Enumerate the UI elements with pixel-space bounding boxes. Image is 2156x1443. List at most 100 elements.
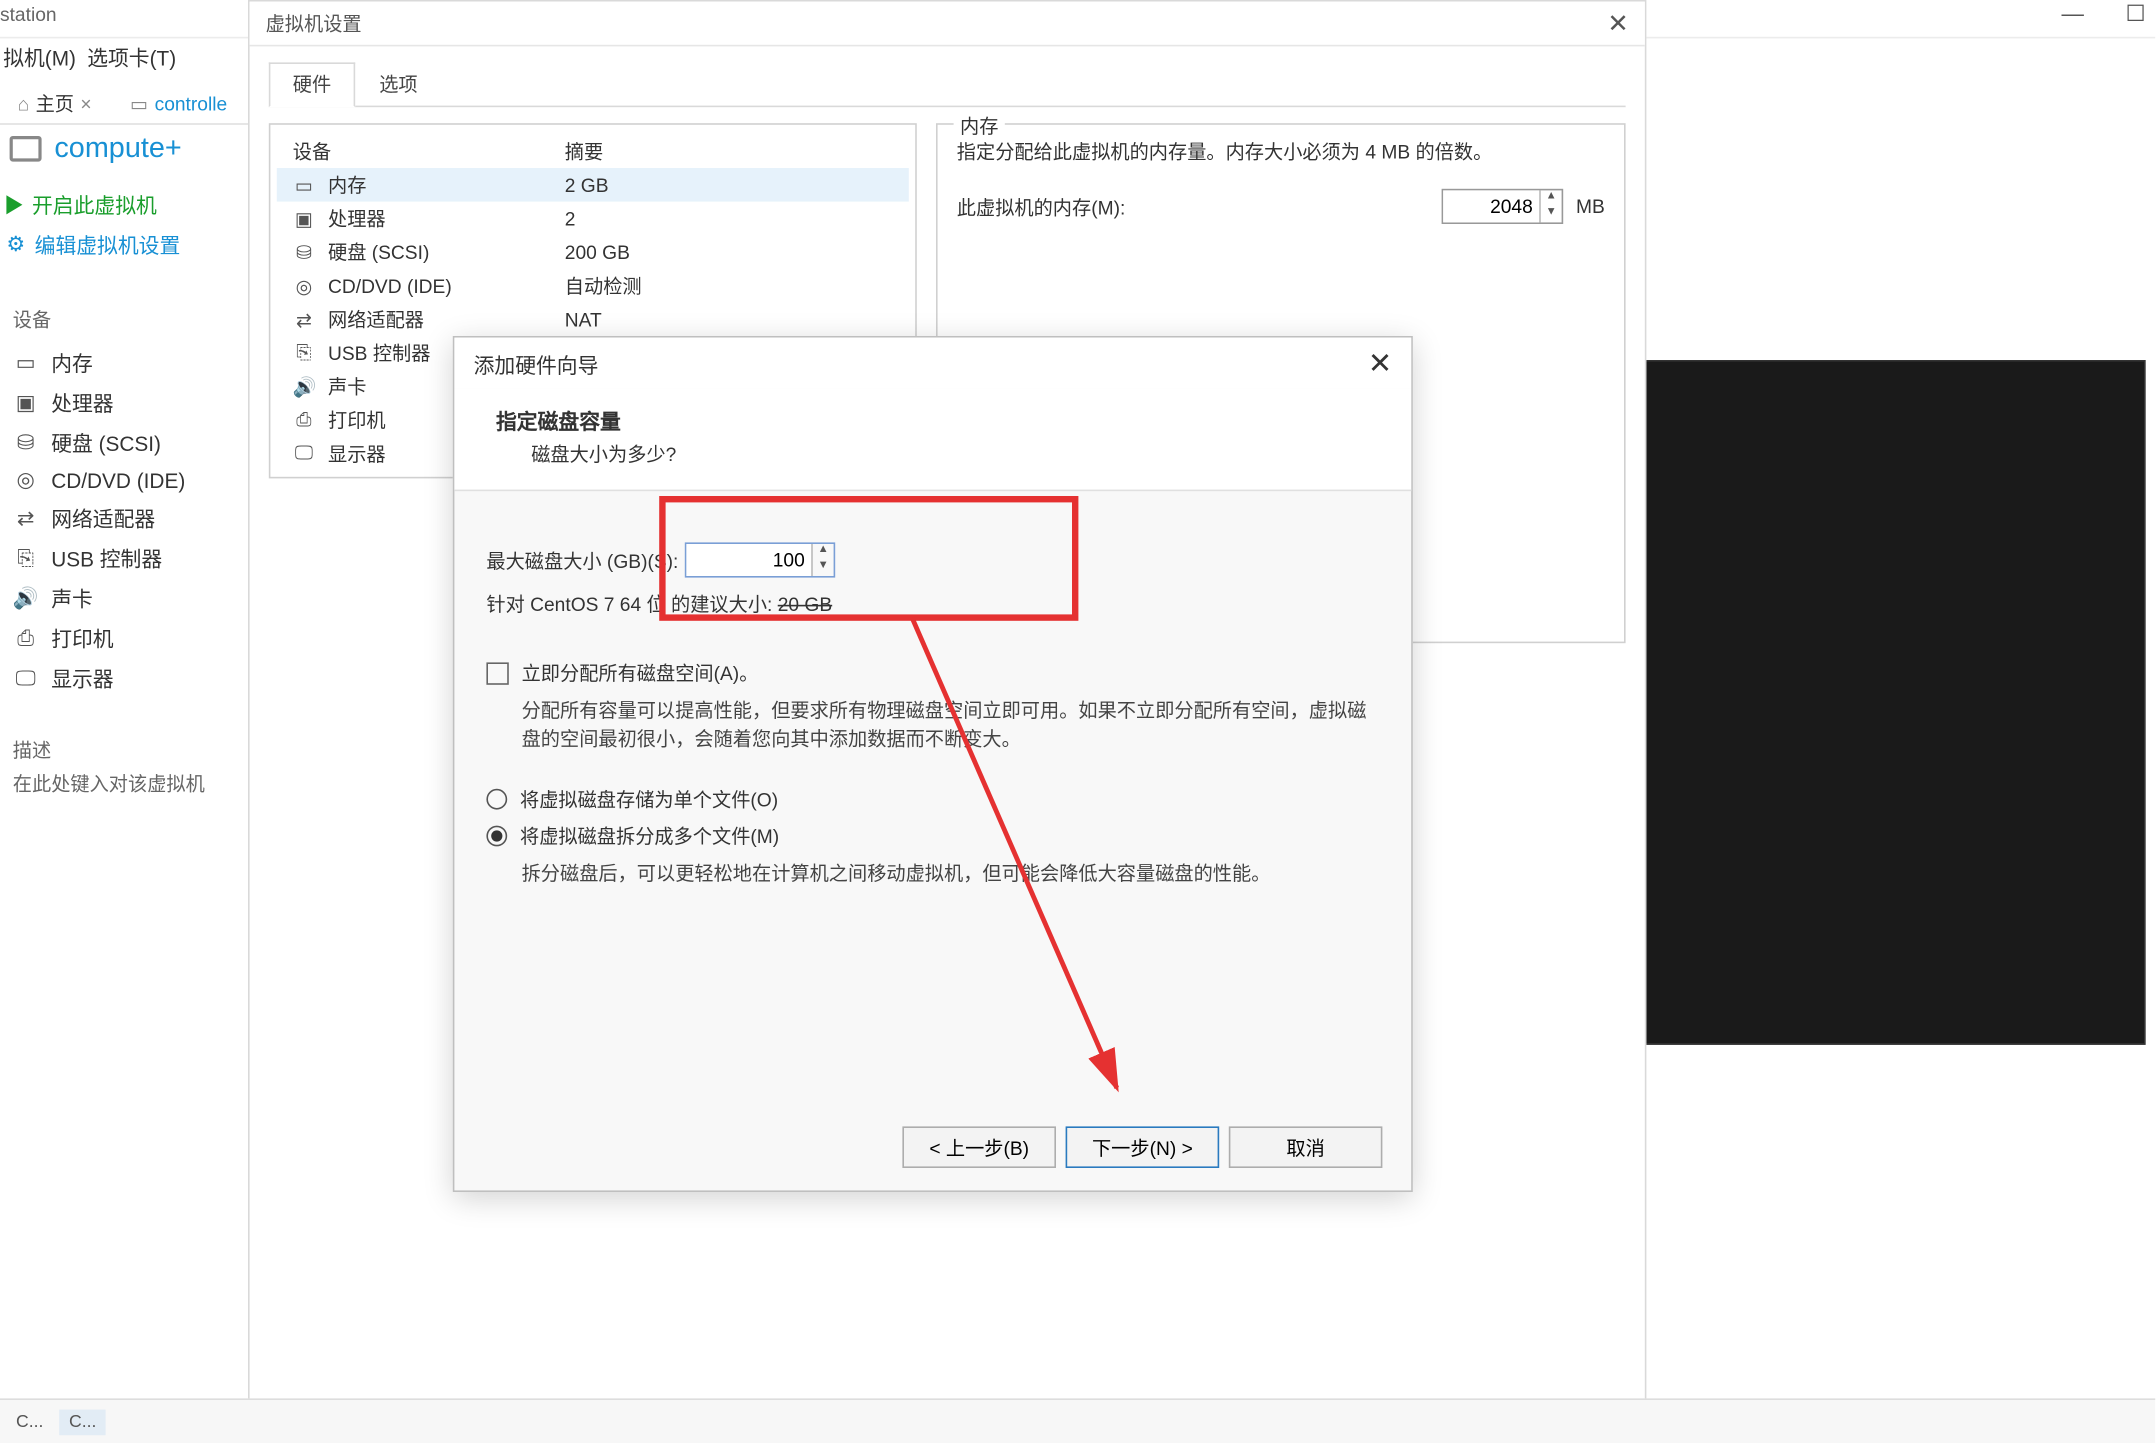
- vm-name-row: compute+: [0, 128, 240, 184]
- monitor-icon: [10, 135, 42, 161]
- checkbox-icon[interactable]: [486, 662, 508, 684]
- status-a: C...: [16, 1412, 43, 1431]
- allocate-now-desc: 分配所有容量可以提高性能，但要求所有物理磁盘空间立即可用。如果不立即分配所有空间…: [486, 696, 1379, 754]
- close-icon[interactable]: ×: [80, 93, 91, 115]
- wizard-heading: 指定磁盘容量: [496, 405, 1370, 435]
- vm-settings-title: 虚拟机设置: [266, 10, 362, 37]
- display-icon: 🖵: [13, 665, 39, 691]
- devices-heading: 设备: [13, 306, 240, 333]
- printer-icon: ⎙: [13, 625, 39, 651]
- device-usb[interactable]: ⎘USB 控制器: [0, 538, 240, 578]
- tab-hardware[interactable]: 硬件: [269, 62, 355, 107]
- power-on-button[interactable]: 开启此虚拟机: [0, 184, 240, 224]
- hw-row-cd[interactable]: ◎CD/DVD (IDE)自动检测: [277, 269, 909, 303]
- device-sound[interactable]: 🔊声卡: [0, 578, 240, 618]
- play-icon: [6, 194, 22, 213]
- device-display[interactable]: 🖵显示器: [0, 658, 240, 698]
- editor-tabs: ⌂主页× ▭controlle: [0, 83, 248, 125]
- allocate-now-row[interactable]: 立即分配所有磁盘空间(A)。: [486, 659, 1379, 686]
- menu-tabs[interactable]: 选项卡(T): [84, 36, 179, 76]
- disk-icon: ⛁: [13, 430, 39, 456]
- device-cpu[interactable]: ▣处理器: [0, 382, 240, 422]
- hw-row-net[interactable]: ⇄网络适配器NAT: [277, 302, 909, 336]
- network-icon: ⇄: [13, 505, 39, 531]
- disk-size-input[interactable]: [686, 544, 811, 576]
- radio-icon[interactable]: [486, 826, 507, 847]
- radio-split-files[interactable]: 将虚拟磁盘拆分成多个文件(M): [486, 822, 1379, 849]
- memory-spinner[interactable]: ▲▼: [1442, 189, 1564, 224]
- cd-icon: ◎: [293, 274, 315, 296]
- wizard-titlebar[interactable]: 添加硬件向导 ✕: [454, 338, 1411, 389]
- minimize-icon[interactable]: —: [2062, 0, 2084, 27]
- printer-icon: ⎙: [293, 408, 315, 432]
- vm-panel: compute+ 开启此虚拟机 ⚙ 编辑虚拟机设置 设备 ▭内存 ▣处理器 ⛁硬…: [0, 128, 240, 797]
- back-button[interactable]: < 上一步(B): [902, 1126, 1056, 1168]
- memory-icon: ▭: [293, 174, 315, 196]
- disk-size-label: 最大磁盘大小 (GB)(S):: [486, 546, 678, 573]
- device-list: ▭内存 ▣处理器 ⛁硬盘 (SCSI) ◎CD/DVD (IDE) ⇄网络适配器…: [0, 342, 240, 697]
- hardware-table-header: 设备 摘要: [277, 134, 909, 168]
- radio-single-file[interactable]: 将虚拟磁盘存储为单个文件(O): [486, 786, 1379, 813]
- chevron-up-icon[interactable]: ▲: [813, 544, 834, 560]
- wizard-subheading: 磁盘大小为多少?: [496, 440, 1370, 467]
- sound-icon: 🔊: [293, 375, 315, 397]
- device-printer[interactable]: ⎙打印机: [0, 618, 240, 658]
- status-b: C...: [59, 1409, 106, 1435]
- menu-vm[interactable]: 拟机(M): [0, 36, 79, 76]
- chevron-down-icon[interactable]: ▼: [1541, 206, 1562, 222]
- close-icon[interactable]: ✕: [1607, 7, 1628, 39]
- description-heading: 描述: [13, 736, 240, 763]
- memory-icon: ▭: [13, 350, 39, 376]
- col-summary-header: 摘要: [565, 138, 603, 165]
- network-icon: ⇄: [293, 308, 315, 330]
- usb-icon: ⎘: [293, 341, 315, 365]
- outer-menubar: 拟机(M) 选项卡(T): [0, 38, 179, 73]
- vm-name: compute+: [54, 131, 181, 165]
- gear-icon: ⚙: [6, 231, 25, 257]
- settings-tabset: 硬件 选项: [269, 62, 1626, 107]
- home-icon: ⌂: [18, 93, 30, 115]
- wizard-header: 指定磁盘容量 磁盘大小为多少?: [454, 389, 1411, 491]
- wizard-footer: < 上一步(B) 下一步(N) > 取消: [902, 1126, 1382, 1168]
- maximize-icon[interactable]: ☐: [2126, 0, 2146, 27]
- disk-size-spinner[interactable]: ▲▼: [685, 542, 835, 577]
- memory-legend: 内存: [954, 112, 1005, 139]
- description-text[interactable]: 在此处键入对该虚拟机: [0, 770, 240, 797]
- allocate-now-label: 立即分配所有磁盘空间(A)。: [522, 659, 759, 686]
- hw-row-cpu[interactable]: ▣处理器2: [277, 202, 909, 236]
- split-files-desc: 拆分磁盘后，可以更轻松地在计算机之间移动虚拟机，但可能会降低大容量磁盘的性能。: [486, 859, 1379, 888]
- next-button[interactable]: 下一步(N) >: [1066, 1126, 1220, 1168]
- tab-options[interactable]: 选项: [355, 62, 441, 105]
- hw-row-memory[interactable]: ▭内存2 GB: [277, 168, 909, 202]
- sound-icon: 🔊: [13, 585, 39, 611]
- chevron-up-icon[interactable]: ▲: [1541, 190, 1562, 206]
- vm-settings-titlebar[interactable]: 虚拟机设置 ✕: [250, 2, 1645, 47]
- vm-thumbnail: [1624, 360, 2146, 1045]
- memory-desc: 指定分配给此虚拟机的内存量。内存大小必须为 4 MB 的倍数。: [957, 138, 1605, 167]
- wizard-body: 最大磁盘大小 (GB)(S): ▲▼ 针对 CentOS 7 64 位 的建议大…: [454, 491, 1411, 888]
- cd-icon: ◎: [13, 467, 39, 493]
- close-icon[interactable]: ✕: [1368, 346, 1392, 380]
- device-memory[interactable]: ▭内存: [0, 342, 240, 382]
- memory-label: 此虚拟机的内存(M):: [957, 193, 1126, 220]
- app-title: station: [0, 3, 57, 25]
- cancel-button[interactable]: 取消: [1229, 1126, 1383, 1168]
- edit-settings-button[interactable]: ⚙ 编辑虚拟机设置: [0, 224, 240, 264]
- window-buttons: — ☐: [2062, 0, 2146, 27]
- hw-row-disk[interactable]: ⛁硬盘 (SCSI)200 GB: [277, 235, 909, 269]
- disk-icon: ⛁: [293, 241, 315, 263]
- device-net[interactable]: ⇄网络适配器: [0, 498, 240, 538]
- device-cd[interactable]: ◎CD/DVD (IDE): [0, 462, 240, 497]
- chevron-down-icon[interactable]: ▼: [813, 560, 834, 576]
- cpu-icon: ▣: [293, 207, 315, 229]
- tab-controller[interactable]: ▭controlle: [112, 84, 244, 122]
- memory-input[interactable]: [1443, 190, 1539, 222]
- device-disk[interactable]: ⛁硬盘 (SCSI): [0, 422, 240, 462]
- display-icon: 🖵: [293, 442, 315, 466]
- vm-icon: ▭: [130, 92, 148, 114]
- cpu-icon: ▣: [13, 390, 39, 416]
- tab-home[interactable]: ⌂主页×: [0, 82, 109, 125]
- radio-icon[interactable]: [486, 789, 507, 810]
- usb-icon: ⎘: [13, 545, 39, 571]
- memory-unit: MB: [1576, 195, 1605, 217]
